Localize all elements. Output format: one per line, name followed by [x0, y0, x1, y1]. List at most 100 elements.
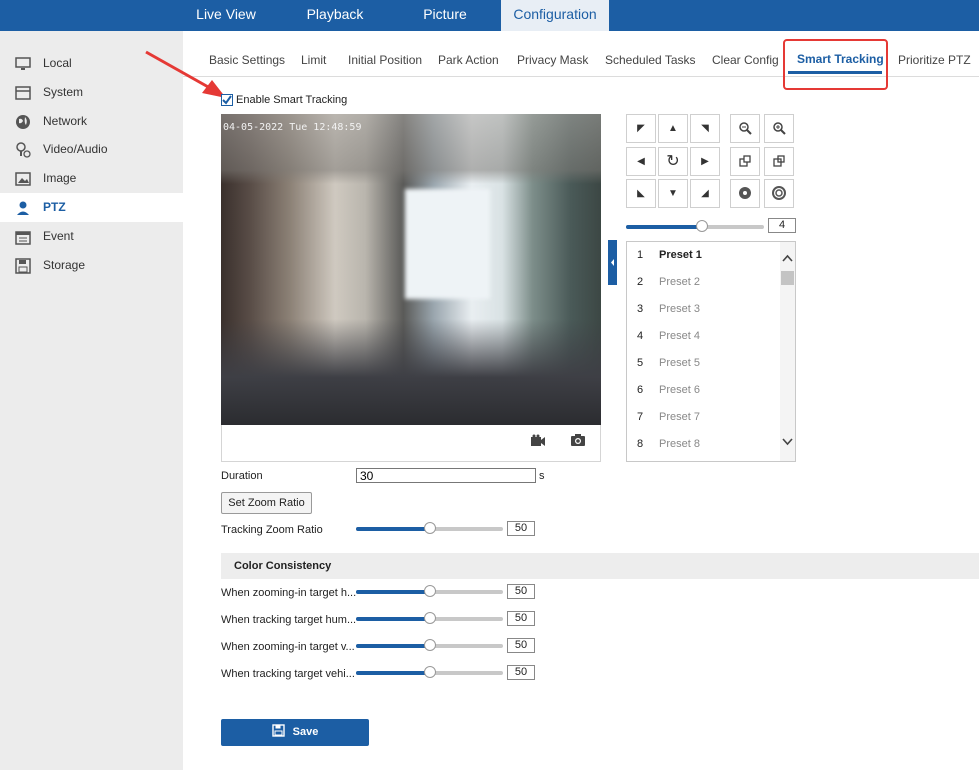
- cc-row-value[interactable]: 50: [507, 611, 535, 626]
- ptz-user-icon: [17, 201, 29, 215]
- disk-icon: [15, 258, 31, 274]
- preset-number: 3: [637, 303, 644, 315]
- cc-track-human-slider[interactable]: [356, 612, 503, 624]
- subtab-privacy-mask[interactable]: Privacy Mask: [517, 53, 588, 67]
- ptz-speed-slider[interactable]: [626, 220, 764, 232]
- ptz-right-button[interactable]: ▶: [690, 147, 720, 176]
- preset-item[interactable]: 7 Preset 7: [627, 404, 779, 431]
- iris-open-button[interactable]: [730, 179, 760, 208]
- iris-close-icon: [772, 186, 786, 200]
- globe-icon: [16, 115, 30, 129]
- cc-zoom-human-slider[interactable]: [356, 585, 503, 597]
- collapse-panel-button[interactable]: [608, 240, 617, 285]
- tab-live-view[interactable]: Live View: [183, 0, 269, 31]
- preset-number: 7: [637, 411, 644, 423]
- top-navigation: Live View Playback Picture Configuration: [0, 0, 979, 31]
- tab-configuration[interactable]: Configuration: [501, 0, 609, 31]
- sidebar-item-label: Network: [43, 114, 88, 128]
- slider-handle[interactable]: [423, 639, 436, 651]
- preset-item[interactable]: 6 Preset 6: [627, 377, 779, 404]
- slider-handle[interactable]: [423, 666, 436, 678]
- preset-item[interactable]: 1 Preset 1: [627, 242, 779, 269]
- sidebar-item-image[interactable]: Image: [0, 164, 183, 193]
- ptz-left-button[interactable]: ◀: [626, 147, 656, 176]
- set-zoom-ratio-button[interactable]: Set Zoom Ratio: [221, 492, 312, 514]
- enable-smart-tracking-checkbox[interactable]: [221, 94, 233, 106]
- video-window-blur: [405, 189, 490, 299]
- slider-handle[interactable]: [695, 220, 708, 232]
- slider-handle[interactable]: [423, 585, 436, 597]
- color-consistency-header: [221, 553, 979, 579]
- duration-input[interactable]: [356, 468, 536, 483]
- ptz-up-button[interactable]: ▲: [658, 114, 688, 143]
- calendar-icon: [15, 231, 31, 245]
- preset-name: Preset 6: [659, 384, 700, 396]
- monitor-icon: [15, 57, 31, 70]
- preset-item[interactable]: 5 Preset 5: [627, 350, 779, 377]
- save-label: Save: [292, 726, 319, 738]
- cc-row-value[interactable]: 50: [507, 584, 535, 599]
- ptz-up-left-button[interactable]: ◤: [626, 114, 656, 143]
- tracking-zoom-ratio-value[interactable]: 50: [507, 521, 535, 536]
- sidebar-item-event[interactable]: Event: [0, 222, 183, 251]
- iris-close-button[interactable]: [764, 179, 794, 208]
- ptz-down-right-button[interactable]: ◢: [690, 179, 720, 208]
- video-floor-shade: [221, 319, 601, 425]
- color-consistency-title: Color Consistency: [234, 560, 332, 572]
- zoom-out-button[interactable]: [730, 114, 760, 143]
- sidebar-item-label: System: [43, 85, 84, 99]
- tab-picture[interactable]: Picture: [400, 0, 490, 31]
- preset-scrollbar[interactable]: [780, 242, 795, 461]
- chevron-down-icon[interactable]: [782, 438, 793, 446]
- focus-near-button[interactable]: [730, 147, 760, 176]
- subtab-initial-position[interactable]: Initial Position: [348, 53, 422, 67]
- cc-row-value[interactable]: 50: [507, 638, 535, 653]
- annotation-arrow-icon: [145, 50, 226, 98]
- scrollbar-thumb[interactable]: [781, 271, 794, 285]
- slider-fill: [356, 617, 430, 621]
- tracking-zoom-ratio-slider[interactable]: [356, 522, 503, 534]
- slider-fill: [356, 671, 430, 675]
- subtab-scheduled-tasks[interactable]: Scheduled Tasks: [605, 53, 696, 67]
- ptz-auto-rotate-button[interactable]: ↻: [658, 147, 688, 176]
- preset-item[interactable]: 3 Preset 3: [627, 296, 779, 323]
- focus-far-button[interactable]: [764, 147, 794, 176]
- subtab-clear-config[interactable]: Clear Config: [712, 53, 779, 67]
- ptz-down-left-button[interactable]: ◣: [626, 179, 656, 208]
- tab-playback[interactable]: Playback: [290, 0, 380, 31]
- sidebar-item-label: Event: [43, 229, 74, 243]
- cc-track-vehicle-slider[interactable]: [356, 666, 503, 678]
- cc-zoom-vehicle-slider[interactable]: [356, 639, 503, 651]
- cc-row-value[interactable]: 50: [507, 665, 535, 680]
- preset-name: Preset 4: [659, 330, 700, 342]
- preset-item[interactable]: 4 Preset 4: [627, 323, 779, 350]
- sidebar-item-video-audio[interactable]: Video/Audio: [0, 135, 183, 164]
- sidebar-item-network[interactable]: Network: [0, 107, 183, 136]
- live-video-preview[interactable]: 04-05-2022 Tue 12:48:59: [221, 114, 601, 425]
- ptz-speed-value[interactable]: 4: [768, 218, 796, 233]
- sidebar: Local System Network Video/Audio Image P…: [0, 31, 183, 770]
- zoom-in-button[interactable]: [764, 114, 794, 143]
- preset-number: 8: [637, 438, 644, 450]
- ptz-down-button[interactable]: ▼: [658, 179, 688, 208]
- preset-item[interactable]: 2 Preset 2: [627, 269, 779, 296]
- ptz-up-right-button[interactable]: ◥: [690, 114, 720, 143]
- slider-handle[interactable]: [423, 522, 436, 534]
- preset-name: Preset 2: [659, 276, 700, 288]
- preset-name: Preset 8: [659, 438, 700, 450]
- sidebar-item-storage[interactable]: Storage: [0, 251, 183, 280]
- record-video-icon[interactable]: [530, 434, 546, 448]
- window-icon: [15, 86, 31, 100]
- subtab-limit[interactable]: Limit: [301, 53, 326, 67]
- tracking-zoom-ratio-label: Tracking Zoom Ratio: [221, 524, 323, 536]
- preset-item[interactable]: 8 Preset 8: [627, 431, 779, 458]
- slider-handle[interactable]: [423, 612, 436, 624]
- camera-snapshot-icon[interactable]: [570, 433, 586, 447]
- subtab-park-action[interactable]: Park Action: [438, 53, 499, 67]
- slider-fill: [356, 644, 430, 648]
- subtab-prioritize-ptz[interactable]: Prioritize PTZ: [898, 53, 971, 67]
- sidebar-item-ptz[interactable]: PTZ: [0, 193, 183, 222]
- chevron-up-icon[interactable]: [782, 254, 793, 262]
- cc-row-label: When tracking target hum...: [221, 614, 357, 626]
- save-button[interactable]: Save: [221, 719, 369, 746]
